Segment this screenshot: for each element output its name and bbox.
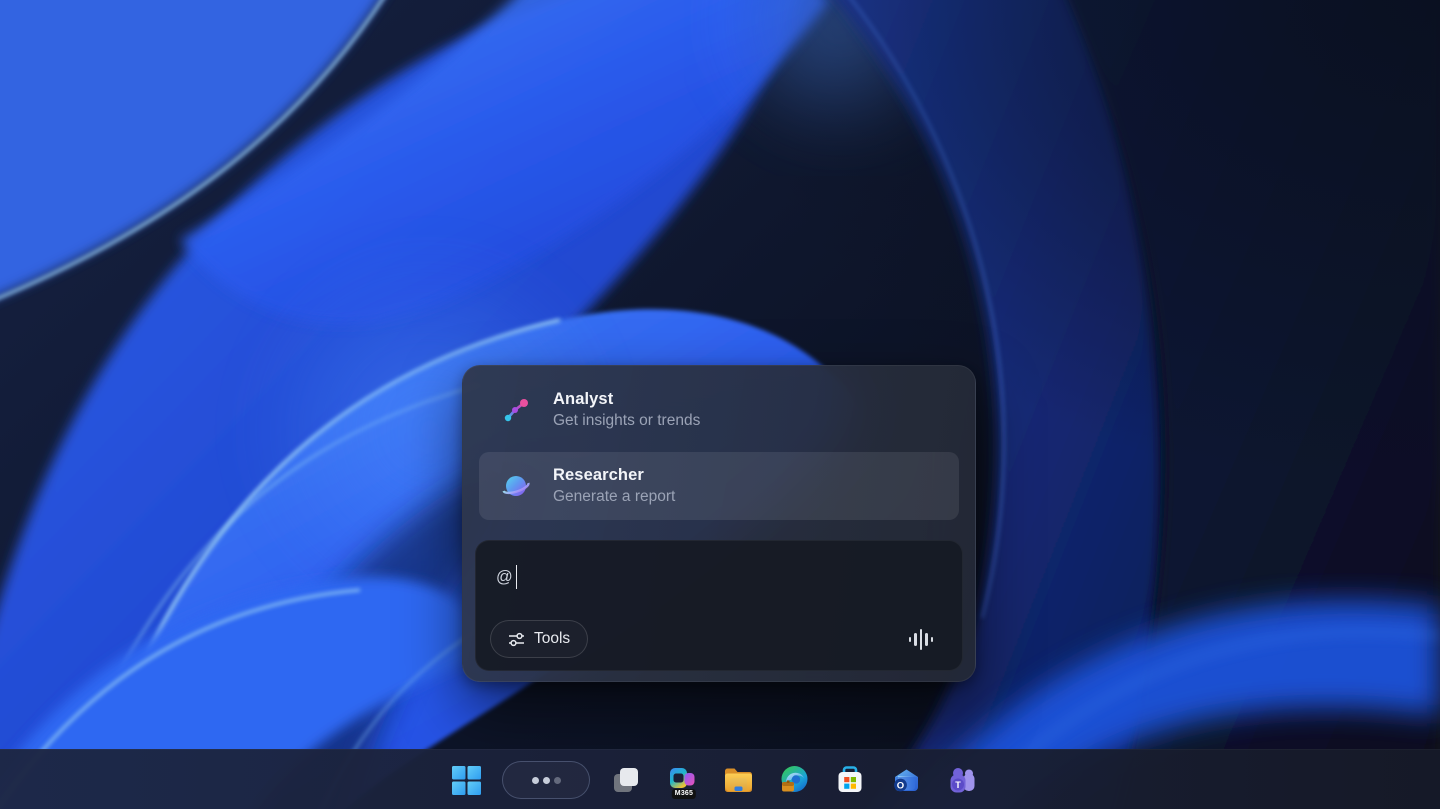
task-view-button[interactable]	[606, 760, 646, 800]
agent-description: Get insights or trends	[553, 412, 700, 430]
agent-item-researcher[interactable]: Researcher Generate a report	[479, 452, 959, 520]
svg-text:T: T	[955, 780, 961, 790]
planet-icon	[501, 471, 531, 501]
svg-text:O: O	[896, 780, 903, 791]
agent-name: Analyst	[553, 390, 700, 409]
agent-name: Researcher	[553, 466, 675, 485]
composer-input[interactable]: @	[496, 565, 517, 589]
tools-button[interactable]: Tools	[490, 620, 588, 658]
copilot-agent-popup: Analyst Get insights or trends	[462, 365, 976, 682]
copilot-composer[interactable]: @ Tools	[475, 540, 963, 671]
outlook-button[interactable]: O	[886, 760, 926, 800]
desktop: Analyst Get insights or trends	[0, 0, 1440, 809]
start-button[interactable]	[446, 760, 486, 800]
file-explorer-button[interactable]	[718, 760, 758, 800]
text-cursor	[516, 565, 518, 589]
search-box[interactable]	[502, 761, 590, 799]
taskbar-items: M365	[446, 750, 982, 809]
tools-label: Tools	[534, 630, 570, 648]
voice-input-button[interactable]	[906, 624, 936, 654]
composer-text: @	[496, 568, 513, 587]
composer-toolbar: Tools	[490, 620, 944, 658]
teams-icon: T	[947, 765, 978, 795]
agent-description: Generate a report	[553, 488, 675, 506]
edge-browser-button[interactable]	[774, 760, 814, 800]
typing-dot	[543, 777, 550, 784]
windows-logo-icon	[452, 766, 481, 795]
agent-texts: Analyst Get insights or trends	[553, 390, 700, 430]
taskbar: M365	[0, 749, 1440, 809]
file-explorer-icon	[723, 765, 754, 795]
m365-badge: M365	[672, 789, 696, 799]
microsoft-store-button[interactable]	[830, 760, 870, 800]
microsoft-store-icon	[835, 765, 865, 795]
trend-scatter-icon	[501, 395, 531, 425]
typing-dot	[532, 777, 539, 784]
typing-dot	[554, 777, 561, 784]
sliders-icon	[508, 631, 525, 648]
waveform-icon	[909, 629, 933, 650]
task-view-icon	[611, 765, 641, 795]
edge-icon	[779, 765, 810, 796]
agent-item-analyst[interactable]: Analyst Get insights or trends	[479, 376, 959, 444]
outlook-icon: O	[891, 765, 922, 795]
agent-suggestion-list: Analyst Get insights or trends	[463, 366, 975, 520]
teams-button[interactable]: T	[942, 760, 982, 800]
agent-texts: Researcher Generate a report	[553, 466, 675, 506]
m365-copilot-button[interactable]: M365	[662, 760, 702, 800]
